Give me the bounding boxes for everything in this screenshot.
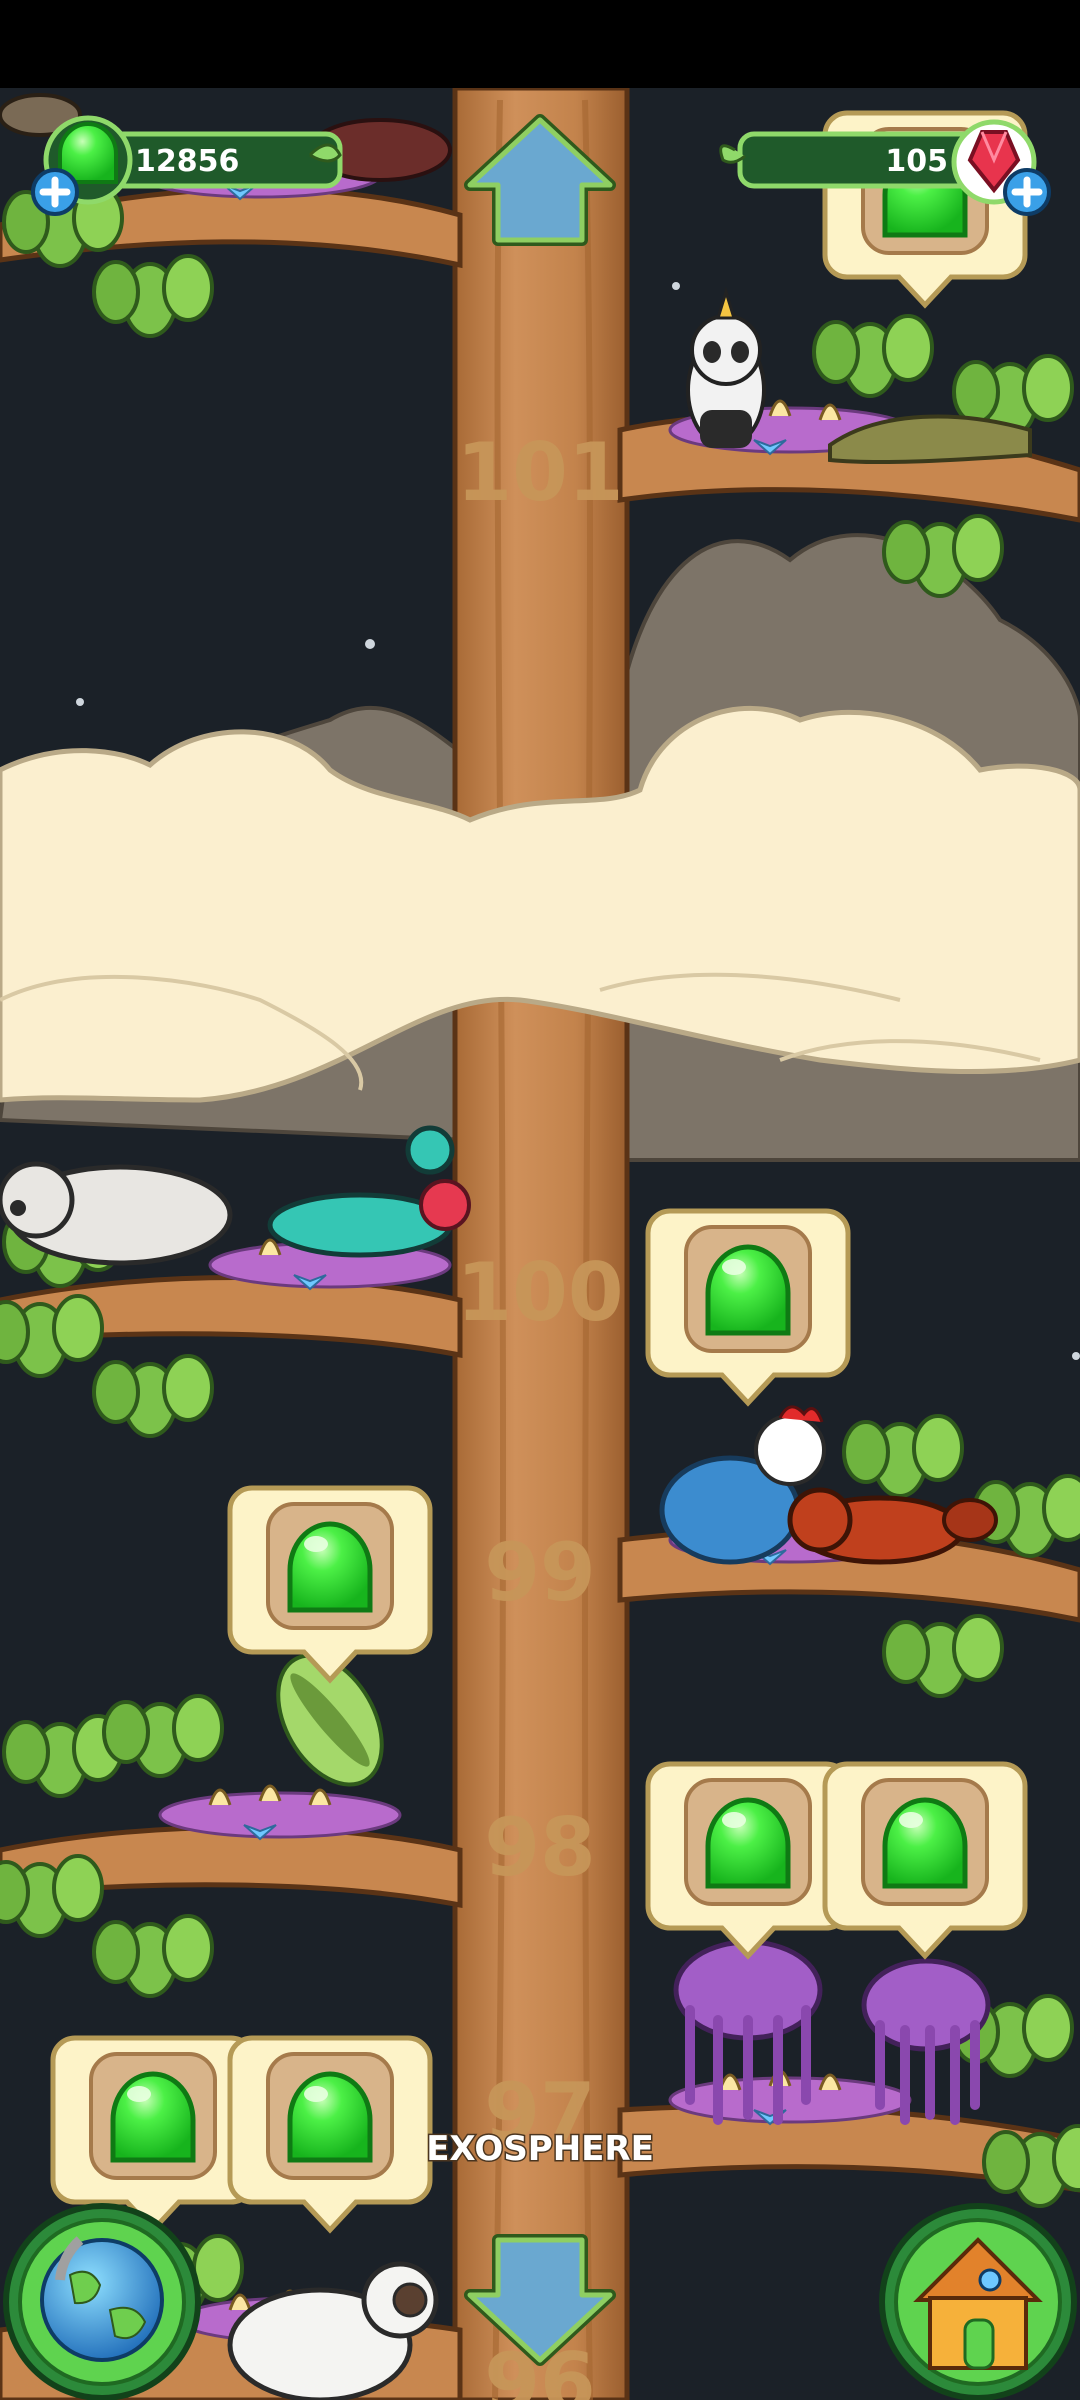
drop-bubble[interactable] [648, 1211, 848, 1403]
level-number-99: 99 [484, 1526, 595, 1619]
tree-scene: 101 100 99 98 97 96 EXOSPHERE 12856 105 [0, 88, 1080, 2400]
plus-icon[interactable] [1003, 168, 1051, 216]
level-number-101: 101 [457, 426, 624, 519]
globe-icon[interactable] [3, 2203, 201, 2400]
star [365, 639, 375, 649]
drop-bubble[interactable] [230, 1488, 430, 1680]
plus-icon[interactable] [31, 168, 79, 216]
currency-green-value: 12856 [135, 144, 239, 179]
currency-gems-value: 105 [885, 144, 948, 179]
drop-bubble[interactable] [230, 2038, 430, 2230]
drop-bubble[interactable] [53, 2038, 253, 2230]
game-screen: 101 100 99 98 97 96 EXOSPHERE 12856 105 [0, 0, 1080, 2400]
status-bar [0, 0, 1080, 88]
star [1072, 1352, 1080, 1360]
star [672, 282, 680, 290]
star [76, 698, 84, 706]
level-number-100: 100 [457, 1246, 624, 1339]
house-icon[interactable] [879, 2203, 1077, 2400]
drop-bubble[interactable] [648, 1764, 848, 1956]
zone-label: EXOSPHERE [426, 2129, 654, 2169]
level-number-98: 98 [484, 1801, 595, 1894]
drop-bubble[interactable] [825, 1764, 1025, 1956]
